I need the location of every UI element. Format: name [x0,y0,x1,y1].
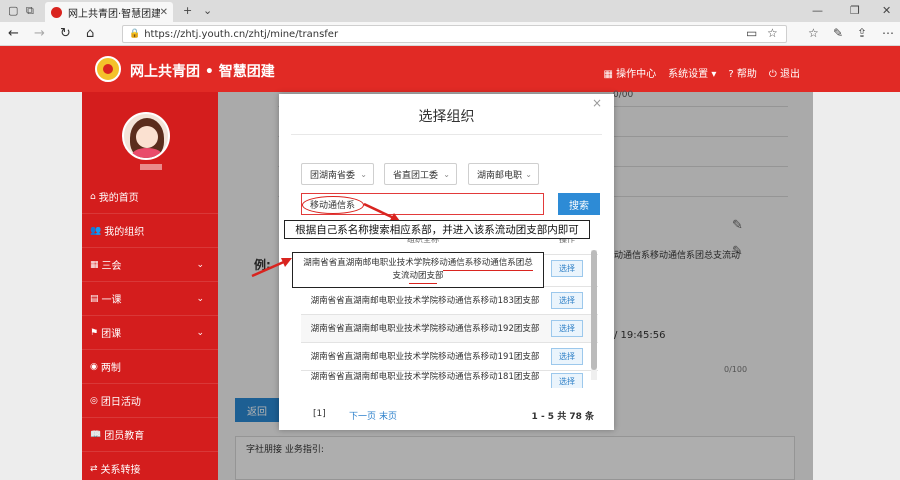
youth-league-logo-icon [95,56,121,82]
exchange-icon: ⇄ [90,463,98,474]
lock-icon: 🔒 [129,29,141,39]
example-row-highlight: 湖南省省直湖南邮电职业技术学院移动通信系移动通信系团总支流动团支部 [292,252,544,288]
annotation-arrow-icon [251,258,292,278]
browser-address-bar: ← → ↻ ⌂ 🔒 https://zhtj.youth.cn/zhtj/min… [0,22,900,46]
chevron-down-icon: ⌄ [360,169,367,179]
table-scrollbar[interactable] [591,250,597,380]
browser-tab[interactable]: 网上共青团·智慧团建 ✕ [45,2,173,22]
chevron-down-icon: ⌄ [443,169,450,179]
home-icon: ⌂ [90,191,96,202]
table-row: 湖南省省直湖南邮电职业技术学院移动通信系移动191团支部 选择 [301,342,598,370]
org-name: 湖南省省直湖南邮电职业技术学院移动通信系移动181团支部 [310,372,540,382]
search-highlight-ellipse [302,196,364,214]
divider [291,134,602,135]
refresh-icon[interactable]: ↻ [60,26,71,41]
book-open-icon: 📖 [90,429,102,440]
site-favicon-icon [51,6,62,18]
select-button[interactable]: 选择 [551,260,583,277]
chevron-down-icon: ⌄ [196,293,204,304]
last-page-link[interactable]: 末页 [379,409,397,422]
select-button[interactable]: 选择 [551,373,583,388]
sidebar-item-member-education[interactable]: 📖 团员教育 [82,418,218,452]
org-name: 湖南省省直湖南邮电职业技术学院移动通信系移动191团支部 [310,351,540,362]
tab-actions-icon[interactable]: ▢ [8,4,18,17]
chevron-down-icon: ⌄ [525,169,532,179]
scrollbar-thumb[interactable] [591,250,597,370]
select-button[interactable]: 选择 [551,292,583,309]
pen-notes-icon[interactable]: ✎ [833,26,843,40]
select-button[interactable]: 选择 [551,348,583,365]
more-menu-icon[interactable]: ⋯ [882,26,894,40]
search-button[interactable]: 搜索 [558,193,600,215]
site-name: 网上共青团 • 智慧团建 [130,64,275,80]
sidebar-item-transfer[interactable]: ⇄ 关系转接 [82,452,218,480]
share-icon[interactable]: ⇪ [857,26,867,40]
grid-icon: ▦ [90,259,99,270]
select-button[interactable]: 选择 [551,320,583,337]
maximize-icon[interactable]: ❐ [850,4,860,17]
forward-arrow-icon[interactable]: → [34,26,45,41]
minimize-icon[interactable]: — [812,4,823,17]
org-name: 湖南省省直湖南邮电职业技术学院移动通信系移动192团支部 [310,323,540,334]
operation-center-link[interactable]: ▦ 操作中心 [604,65,657,80]
next-page-link[interactable]: 下一页 [349,409,376,422]
back-tabs-icon[interactable]: ⧉ [26,4,34,18]
browser-tab-bar: ▢ ⧉ 网上共青团·智慧团建 ✕ + ⌄ — ❐ ✕ [0,0,900,22]
new-tab-icon[interactable]: + [183,4,192,17]
tab-list-chevron-icon[interactable]: ⌄ [203,4,212,17]
app-header: 网上共青团 • 智慧团建 ▦ 操作中心 系统设置 ▾ ? 帮助 ⏻ 退出 [0,46,900,92]
favorite-star-icon[interactable]: ☆ [767,26,778,40]
red-underline [443,270,533,271]
table-row: 湖南省省直湖南邮电职业技术学院移动通信系移动181团支部 选择 [301,370,598,388]
sidebar-item-three-meetings[interactable]: ▦ 三会 ⌄ [82,248,218,282]
pagination: [1] 下一页 末页 1 - 5 共 78 条 [301,409,598,423]
sidebar-item-league-class[interactable]: ⚑ 团课 ⌄ [82,316,218,350]
book-icon: ▤ [90,293,99,304]
sidebar-item-two-systems[interactable]: ◉ 两制 [82,350,218,384]
filter-select-province[interactable]: 团湖南省委 ⌄ [301,163,374,185]
home-icon[interactable]: ⌂ [86,26,94,41]
close-window-icon[interactable]: ✕ [882,4,891,17]
logout-link[interactable]: ⏻ 退出 [769,65,800,80]
circle-icon: ◉ [90,361,98,372]
close-tab-icon[interactable]: ✕ [160,7,168,18]
table-row: 湖南省省直湖南邮电职业技术学院移动通信系移动192团支部 选择 [301,314,598,342]
chevron-down-icon: ⌄ [196,327,204,338]
avatar [122,112,170,160]
url-text: https://zhtj.youth.cn/zhtj/mine/transfer [144,28,339,40]
tab-title: 网上共青团·智慧团建 [68,8,160,20]
header-menu: ▦ 操作中心 系统设置 ▾ ? 帮助 ⏻ 退出 [604,65,800,80]
sidebar-item-league-day[interactable]: ◎ 团日活动 [82,384,218,418]
sidebar-item-home[interactable]: ⌂ 我的首页 [82,180,218,214]
reader-view-icon[interactable]: ▭ [746,26,757,40]
users-icon: 👥 [90,225,102,236]
current-page: [1] [313,409,326,419]
power-icon: ⏻ [768,69,777,80]
favorites-list-icon[interactable]: ☆ [808,26,819,40]
total-count: 1 - 5 共 78 条 [531,412,594,422]
user-name-placeholder [140,164,162,170]
instruction-note: 根据自己系名称搜索相应系部，并进入该系流动团支部内即可 [284,220,590,239]
circle-check-icon: ◎ [90,395,98,406]
system-settings-link[interactable]: 系统设置 ▾ [668,65,716,80]
sidebar-item-my-org[interactable]: 👥 我的组织 [82,214,218,248]
table-row: 湖南省省直湖南邮电职业技术学院移动通信系移动183团支部 选择 [301,286,598,314]
grid-icon: ▦ [603,69,613,80]
help-link[interactable]: ? 帮助 [728,65,757,80]
help-icon: ? [728,69,734,80]
filter-select-direct[interactable]: 省直团工委 ⌄ [384,163,457,185]
chevron-down-icon: ⌄ [196,259,204,270]
flag-icon: ⚑ [90,327,99,338]
sidebar-item-one-lesson[interactable]: ▤ 一课 ⌄ [82,282,218,316]
back-arrow-icon[interactable]: ← [8,26,19,41]
modal-title: 选择组织 [418,109,475,125]
url-field[interactable]: 🔒 https://zhtj.youth.cn/zhtj/mine/transf… [122,25,787,43]
sidebar: ⌂ 我的首页 👥 我的组织 ▦ 三会 ⌄ ▤ 一课 ⌄ ⚑ 团课 ⌄ ◉ 两制 ◎ 团日活动 📖 团员… [82,92,218,480]
chevron-down-icon: ▾ [711,69,717,80]
red-underline [409,283,437,284]
filter-select-school[interactable]: 湖南邮电职 ⌄ [468,163,539,185]
org-name: 湖南省省直湖南邮电职业技术学院移动通信系移动183团支部 [310,295,540,306]
